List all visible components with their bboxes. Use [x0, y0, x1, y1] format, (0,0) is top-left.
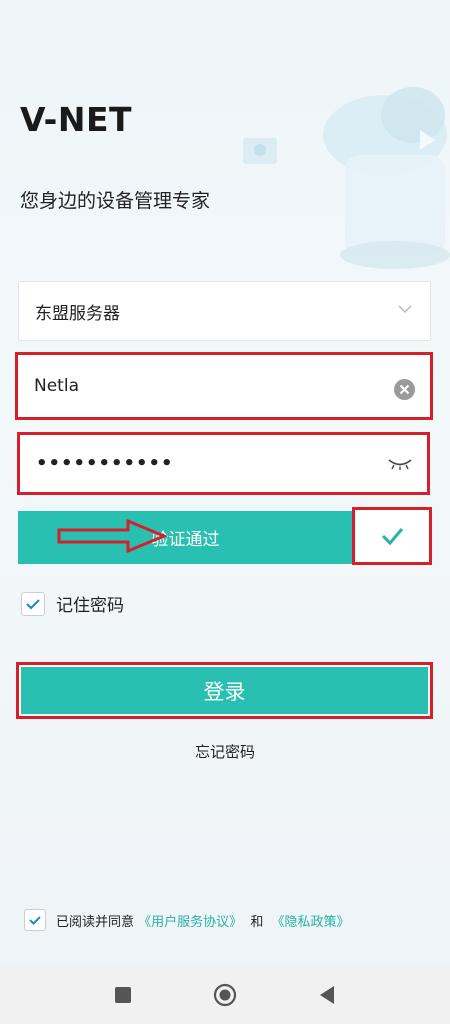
circle-icon [213, 983, 237, 1006]
username-value: Netla [34, 376, 79, 396]
username-field[interactable]: Netla [15, 352, 433, 420]
remember-password[interactable]: 记住密码 [21, 591, 124, 616]
agreement-row: 已阅读并同意 《用户服务协议》 和 《隐私政策》 [24, 909, 349, 931]
agreement-checkbox[interactable] [24, 909, 46, 931]
chevron-down-icon [398, 305, 412, 314]
password-value: ••••••••••• [36, 453, 174, 474]
system-nav-bar [0, 965, 450, 1024]
cloud-illustration [243, 87, 450, 269]
server-select[interactable]: 东盟服务器 [18, 281, 431, 341]
forgot-password-link[interactable]: 忘记密码 [0, 741, 450, 762]
nav-home-button[interactable] [205, 965, 245, 1024]
clear-icon[interactable] [394, 379, 415, 400]
eye-closed-icon[interactable] [387, 457, 413, 471]
remember-label: 记住密码 [56, 596, 124, 616]
login-highlight: 登录 [16, 662, 433, 719]
checkmark-icon [26, 598, 40, 610]
login-button[interactable]: 登录 [21, 667, 428, 714]
server-select-value: 东盟服务器 [35, 303, 120, 324]
password-field[interactable]: ••••••••••• [17, 432, 430, 495]
square-icon [115, 986, 131, 1003]
status-bar [0, 0, 450, 40]
checkmark-icon [381, 528, 404, 546]
verify-handle[interactable] [352, 507, 432, 565]
nav-back-button[interactable] [307, 965, 347, 1024]
user-agreement-link[interactable]: 《用户服务协议》 [138, 915, 242, 930]
agreement-and: 和 [250, 914, 264, 930]
app-title: V-NET [20, 100, 133, 139]
agreement-prefix: 已阅读并同意 [56, 914, 135, 930]
app-subtitle: 您身边的设备管理专家 [20, 190, 211, 212]
privacy-policy-link[interactable]: 《隐私政策》 [271, 915, 349, 930]
triangle-back-icon [320, 985, 334, 1004]
checkmark-icon [29, 916, 41, 925]
remember-checkbox[interactable] [21, 591, 45, 616]
arrow-annotation-icon [57, 518, 168, 554]
nav-recent-button[interactable] [103, 965, 143, 1024]
